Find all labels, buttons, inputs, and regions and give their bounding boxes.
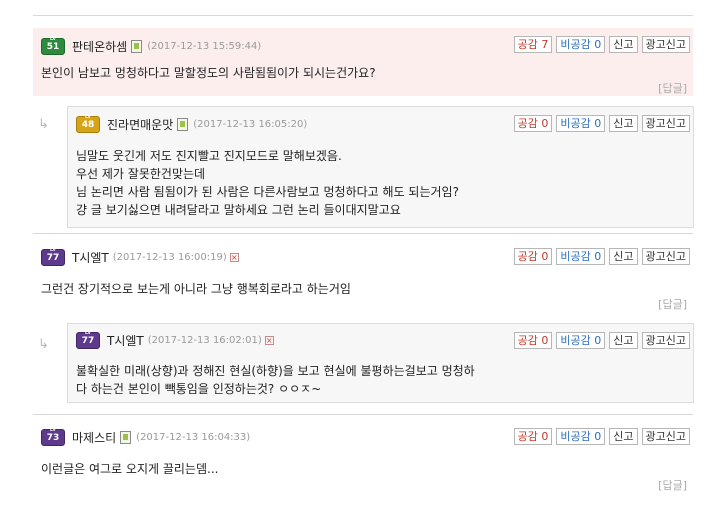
mobile-icon [177,117,189,131]
reply-arrow-icon: ↳ [38,337,49,352]
dislike-count: 0 [594,430,602,443]
comment-actions: 공감 7 비공감 0 신고 광고신고 [510,36,690,53]
ad-report-button[interactable]: 광고신고 [641,332,690,349]
dislike-button[interactable]: 비공감 0 [556,248,606,265]
like-label: 공감 [517,430,538,443]
comment-actions: 공감 0 비공감 0 신고 광고신고 [510,428,690,445]
comment-line: 본인이 남보고 멍청하다고 말할정도의 사람됨됨이가 되시는건가요? [41,66,376,80]
comment-body: 님말도 웃긴게 저도 진지빨고 진지모드로 말해보겠음. 우선 제가 잘못한건맞… [76,147,459,219]
like-label: 공감 [517,38,538,51]
dislike-label: 비공감 [560,334,591,347]
like-button[interactable]: 공감 0 [513,332,553,349]
mobile-icon [120,430,132,444]
like-label: 공감 [517,334,538,347]
x-icon: × [229,252,239,262]
comment-header: 73 마제스티 (2017-12-13 16:04:33) [41,427,251,446]
level-badge: 73 [41,427,65,446]
comment-date: (2017-12-13 16:05:20) [193,118,308,130]
dislike-count: 0 [594,250,602,263]
level-badge: 48 [76,114,100,133]
ad-report-button[interactable]: 광고신고 [641,248,690,265]
comment-line: 님말도 웃긴게 저도 진지빨고 진지모드로 말해보겠음. [76,149,342,163]
comment-section: 51 판테온하셈 (2017-12-13 15:59:44) 공감 7 비공감 … [0,0,706,507]
like-count: 0 [541,430,549,443]
like-button[interactable]: 공감 0 [513,428,553,445]
like-count: 0 [541,250,549,263]
comment-body: 이런글은 여그로 오지게 끌리는뎀... [41,460,218,478]
level-badge: 77 [41,247,65,266]
report-button[interactable]: 신고 [609,248,638,265]
report-button[interactable]: 신고 [609,115,638,132]
reply-comment: 48 진라면매운맛 (2017-12-13 16:05:20) 공감 0 비공감… [67,106,694,228]
comment-line: 걍 글 보기싫으면 내려달라고 말하세요 그런 논리 들이대지말고요 [76,203,401,217]
comment-actions: 공감 0 비공감 0 신고 광고신고 [510,332,690,349]
dislike-button[interactable]: 비공감 0 [556,36,606,53]
level-badge: 77 [76,330,100,349]
comment-date: (2017-12-13 16:02:01) [147,334,262,346]
comment-header: 77 T시엘T (2017-12-13 16:02:01) × [76,330,274,349]
comment: 73 마제스티 (2017-12-13 16:04:33) 공감 0 비공감 0… [33,419,693,495]
reply-link[interactable]: [답글] [658,80,687,96]
comment-line: 우선 제가 잘못한건맞는데 [76,167,206,181]
dislike-label: 비공감 [560,430,591,443]
reply-comment: 77 T시엘T (2017-12-13 16:02:01) × 공감 0 비공감… [67,323,694,403]
report-button[interactable]: 신고 [609,428,638,445]
ad-report-button[interactable]: 광고신고 [641,115,690,132]
comment-body: 본인이 남보고 멍청하다고 말할정도의 사람됨됨이가 되시는건가요? [41,64,376,82]
comment-date: (2017-12-13 16:04:33) [136,431,251,443]
reply-arrow-icon: ↳ [38,117,49,132]
x-icon: × [264,335,274,345]
like-button[interactable]: 공감 0 [513,248,553,265]
dislike-label: 비공감 [560,250,591,263]
comment-date: (2017-12-13 16:00:19) [112,251,227,263]
dislike-button[interactable]: 비공감 0 [556,332,606,349]
reply-link[interactable]: [답글] [658,477,687,493]
report-button[interactable]: 신고 [609,332,638,349]
comment-date: (2017-12-13 15:59:44) [147,40,262,52]
comment-body: 그런건 장기적으로 보는게 아니라 그냥 행복회로라고 하는거임 [41,280,351,298]
level-badge: 51 [41,36,65,55]
divider [33,233,693,234]
comment: 51 판테온하셈 (2017-12-13 15:59:44) 공감 7 비공감 … [33,28,693,96]
comment: 77 T시엘T (2017-12-13 16:00:19) × 공감 0 비공감… [33,238,693,314]
dislike-button[interactable]: 비공감 0 [556,428,606,445]
dislike-count: 0 [594,38,602,51]
like-count: 0 [541,117,549,130]
ad-report-button[interactable]: 광고신고 [641,428,690,445]
nickname[interactable]: T시엘T [72,249,109,266]
dislike-button[interactable]: 비공감 0 [556,115,606,132]
comment-header: 48 진라면매운맛 (2017-12-13 16:05:20) [76,114,308,133]
comment-header: 51 판테온하셈 (2017-12-13 15:59:44) [41,36,262,55]
comment-line: 님 논리면 사람 됨됨이가 된 사람은 다른사람보고 멍청하다고 해도 되는거임… [76,185,459,199]
divider [33,15,693,16]
report-button[interactable]: 신고 [609,36,638,53]
nickname[interactable]: 판테온하셈 [72,38,127,55]
ad-report-button[interactable]: 광고신고 [641,36,690,53]
like-button[interactable]: 공감 7 [513,36,553,53]
dislike-count: 0 [594,334,602,347]
reply-link[interactable]: [답글] [658,296,687,312]
comment-header: 77 T시엘T (2017-12-13 16:00:19) × [41,247,239,266]
dislike-count: 0 [594,117,602,130]
dislike-label: 비공감 [560,38,591,51]
like-count: 7 [541,38,549,51]
divider [33,414,693,415]
like-count: 0 [541,334,549,347]
comment-line: 그런건 장기적으로 보는게 아니라 그냥 행복회로라고 하는거임 [41,282,351,296]
like-label: 공감 [517,117,538,130]
comment-actions: 공감 0 비공감 0 신고 광고신고 [510,248,690,265]
like-button[interactable]: 공감 0 [513,115,553,132]
nickname[interactable]: 마제스티 [72,429,116,446]
comment-line: 불확실한 미래(상향)과 정해진 현실(하향)을 보고 현실에 불평하는걸보고 … [76,364,475,378]
like-label: 공감 [517,250,538,263]
dislike-label: 비공감 [560,117,591,130]
comment-body: 불확실한 미래(상향)과 정해진 현실(하향)을 보고 현실에 불평하는걸보고 … [76,362,475,398]
comment-line: 다 하는건 본인이 빽통임을 인정하는것? ㅇㅇㅈ~ [76,382,322,396]
nickname[interactable]: 진라면매운맛 [107,116,173,133]
mobile-icon [131,39,143,53]
nickname[interactable]: T시엘T [107,332,144,349]
comment-line: 이런글은 여그로 오지게 끌리는뎀... [41,462,219,476]
comment-actions: 공감 0 비공감 0 신고 광고신고 [510,115,690,132]
